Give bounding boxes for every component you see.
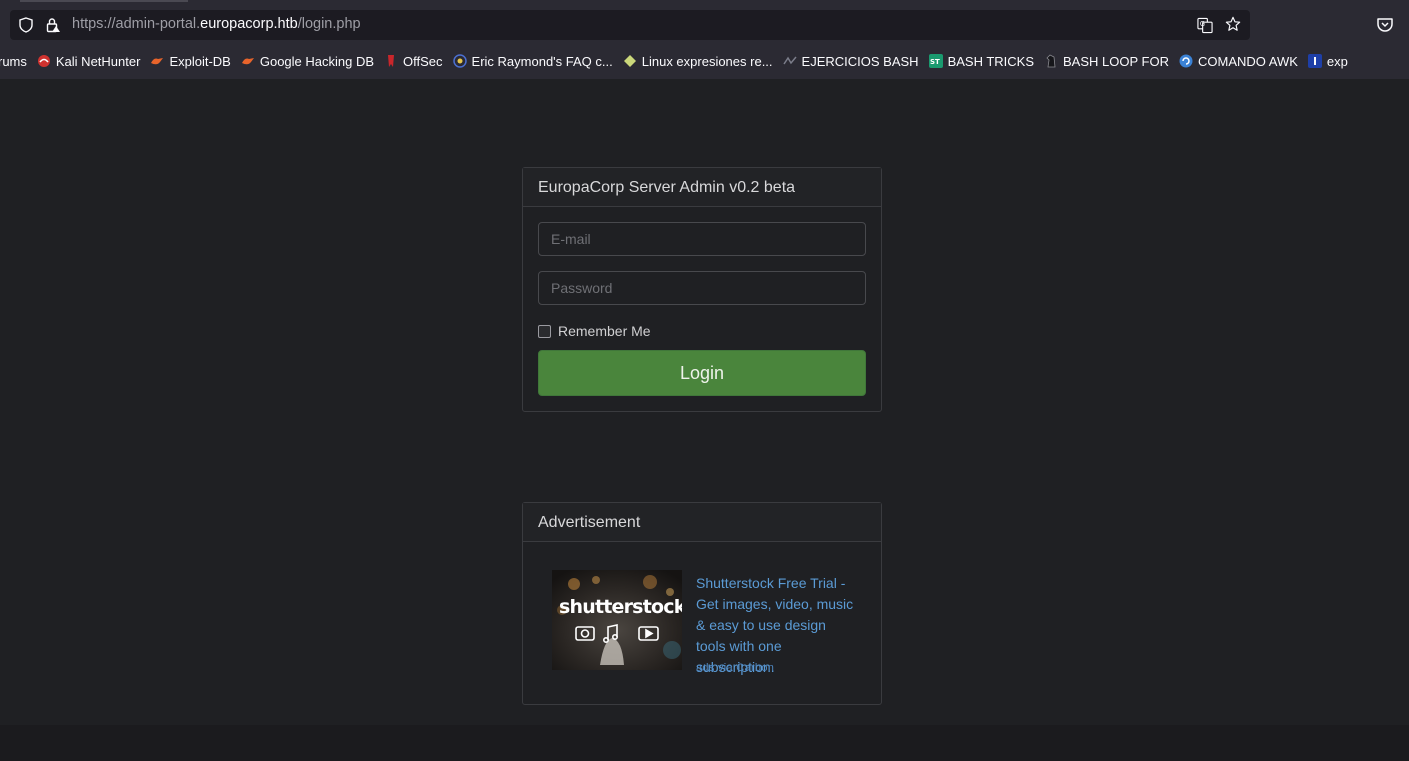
bookmark-star-icon[interactable] [1225,16,1241,32]
bookmark-label: Linux expresiones re... [641,53,773,69]
offsec-icon [384,54,398,68]
bash-icon [782,54,797,68]
bookmark-bash-loop-for[interactable]: BASH LOOP FOR [1044,49,1169,73]
lock-icon[interactable] [45,17,61,33]
bookmark-label: OffSec [403,53,443,69]
bookmark-forums[interactable]: rums [0,49,27,73]
remember-me[interactable]: Remember Me [538,323,651,339]
translate-icon[interactable]: G [1197,17,1213,33]
faq-icon [452,54,467,68]
bookmarks-toolbar: rums Kali NetHunter Exploit-DB Google Ha… [0,49,1358,73]
page-footer [0,725,1409,761]
svg-text:G: G [1200,19,1205,27]
url-prefix: https://admin-portal. [72,16,201,32]
bookmark-offsec[interactable]: OffSec [384,49,443,73]
diamond-icon [623,54,637,68]
ad-image[interactable]: shutterstock [552,570,682,670]
bookmark-label: BASH LOOP FOR [1063,53,1169,69]
shutterstock-logo: shutterstock [559,596,682,618]
exploitdb-icon [150,54,164,68]
email-field[interactable] [538,222,866,256]
shield-icon[interactable] [18,17,34,33]
bookmark-label: COMANDO AWK [1197,53,1298,69]
bookmark-label: Kali NetHunter [55,53,141,69]
tab-indicator [20,0,188,2]
bookmark-label: exp [1326,53,1348,69]
url-path: /login.php [297,16,361,32]
bookmark-exp[interactable]: exp [1307,49,1348,73]
url-domain: europacorp.htb [200,16,298,32]
advertisement-title: Advertisement [523,503,881,542]
svg-text:ST: ST [930,58,940,66]
kali-icon [37,54,51,68]
bookmark-label: Exploit-DB [169,53,231,69]
awk-icon [1179,54,1193,68]
bookmark-eric-raymond-faq[interactable]: Eric Raymond's FAQ c... [452,49,613,73]
bookmark-linux-expresiones[interactable]: Linux expresiones re... [623,49,773,73]
remember-me-label: Remember Me [558,323,651,339]
bookmark-comando-awk[interactable]: COMANDO AWK [1179,49,1298,73]
bookmark-label: Eric Raymond's FAQ c... [471,53,613,69]
password-field[interactable] [538,271,866,305]
bookmark-google-hacking-db[interactable]: Google Hacking DB [241,49,374,73]
bookmark-label: rums [0,53,27,69]
login-panel: EuropaCorp Server Admin v0.2 beta Rememb… [522,167,882,412]
bookmark-exploit-db[interactable]: Exploit-DB [150,49,231,73]
bookmark-bash-tricks[interactable]: ST BASH TRICKS [928,49,1035,73]
remember-me-checkbox[interactable] [538,324,551,338]
bookmark-label: EJERCICIOS BASH [801,53,919,69]
url-text[interactable]: https://admin-portal.europacorp.htb/logi… [72,16,361,32]
browser-chrome: https://admin-portal.europacorp.htb/logi… [0,0,1409,79]
horse-icon [1044,54,1058,68]
login-panel-title: EuropaCorp Server Admin v0.2 beta [523,168,881,207]
login-button[interactable]: Login [538,350,866,396]
pocket-icon[interactable] [1376,16,1394,34]
url-bar[interactable]: https://admin-portal.europacorp.htb/logi… [10,10,1250,40]
bookmark-kali-nethunter[interactable]: Kali NetHunter [37,49,141,73]
ads-via-carbon-link[interactable]: ads via Carbon [696,662,774,674]
bookmark-label: BASH TRICKS [947,53,1035,69]
bookmark-label: Google Hacking DB [259,53,375,69]
exploitdb-icon [241,54,255,68]
advertisement-panel: Advertisement shutterstock Shutterstock … [522,502,882,705]
i-icon [1307,54,1322,68]
bookmark-ejercicios-bash[interactable]: EJERCICIOS BASH [782,49,919,73]
st-icon: ST [928,54,943,68]
